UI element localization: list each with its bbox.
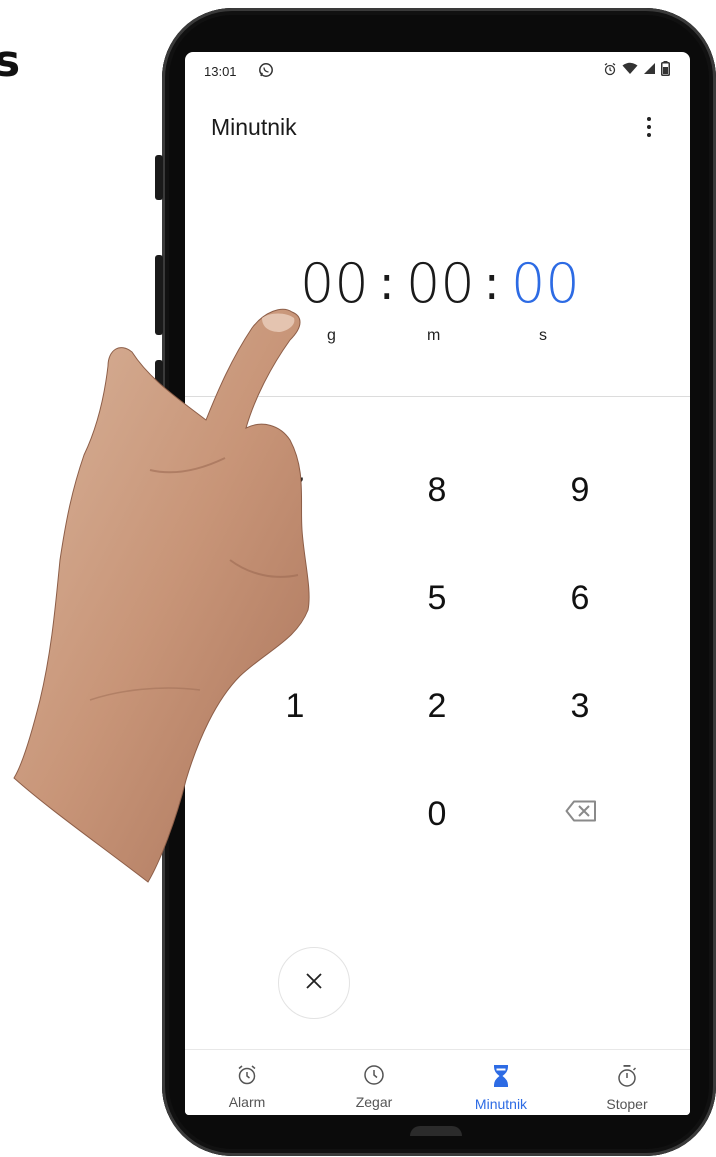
nav-label: Alarm [228,1094,266,1110]
page-title: Minutnik [211,114,297,140]
signal-icon [643,62,656,80]
alarm-clock-icon [236,1065,258,1090]
wifi-icon [622,62,638,80]
nav-item-alarm[interactable]: Alarm [197,1064,297,1110]
timer-separator: : [484,256,500,310]
nav-item-stoper[interactable]: Stoper [577,1064,677,1112]
timer-minutes[interactable]: 00 [406,252,475,315]
keypad-key-9[interactable]: 9 [540,460,620,520]
cancel-button[interactable] [278,947,350,1019]
status-icons [603,61,670,81]
timer-readout[interactable]: 00 : 00 : 00 g m s [185,252,690,352]
bottom-nav: Alarm Zegar Minutnik Stoper [185,1049,690,1115]
timer-separator: : [379,256,395,310]
keypad-key-0[interactable]: 0 [397,784,477,844]
stopwatch-icon [616,1065,638,1092]
close-icon [304,971,324,996]
phone-side-button [155,155,163,200]
keypad-key-3[interactable]: 3 [540,676,620,736]
hourglass-icon [490,1065,512,1092]
timer-seconds[interactable]: 00 [511,252,580,315]
nav-item-minutnik[interactable]: Minutnik [451,1064,551,1112]
side-letter: s [0,36,21,87]
keypad-key-2[interactable]: 2 [397,676,477,736]
phone-bottom-notch [410,1126,462,1136]
keypad-key-4[interactable]: 4 [255,568,335,628]
phone-side-button [155,255,163,335]
divider [185,396,690,397]
whatsapp-icon [258,62,274,83]
keypad-key-5[interactable]: 5 [397,568,477,628]
nav-label: Minutnik [474,1096,528,1112]
nav-label: Stoper [606,1096,648,1112]
backspace-icon[interactable] [565,800,597,822]
alarm-icon [603,62,617,81]
clock-icon [363,1065,385,1090]
status-bar: 13:01 [185,52,690,88]
timer-hours[interactable]: 00 [300,252,369,315]
phone-side-button [155,360,163,440]
keypad-key-8[interactable]: 8 [397,460,477,520]
nav-item-zegar[interactable]: Zegar [324,1064,424,1110]
minutes-unit-label: m [427,327,441,344]
phone-screen: 13:01 Minutnik 00 : 00 : 00 g m s 7 8 9 … [185,52,690,1115]
battery-icon [661,61,670,81]
hours-unit-label: g [327,327,336,344]
keypad-key-6[interactable]: 6 [540,568,620,628]
keypad-key-7[interactable]: 7 [255,460,335,520]
more-vert-icon[interactable] [637,112,661,142]
status-time: 13:01 [204,64,237,79]
keypad-key-1[interactable]: 1 [255,676,335,736]
nav-label: Zegar [355,1094,393,1110]
seconds-unit-label: s [539,327,547,344]
stage: s 13:01 Minutnik 00 : 00 : 00 g m s 7 8 … [0,0,716,1157]
